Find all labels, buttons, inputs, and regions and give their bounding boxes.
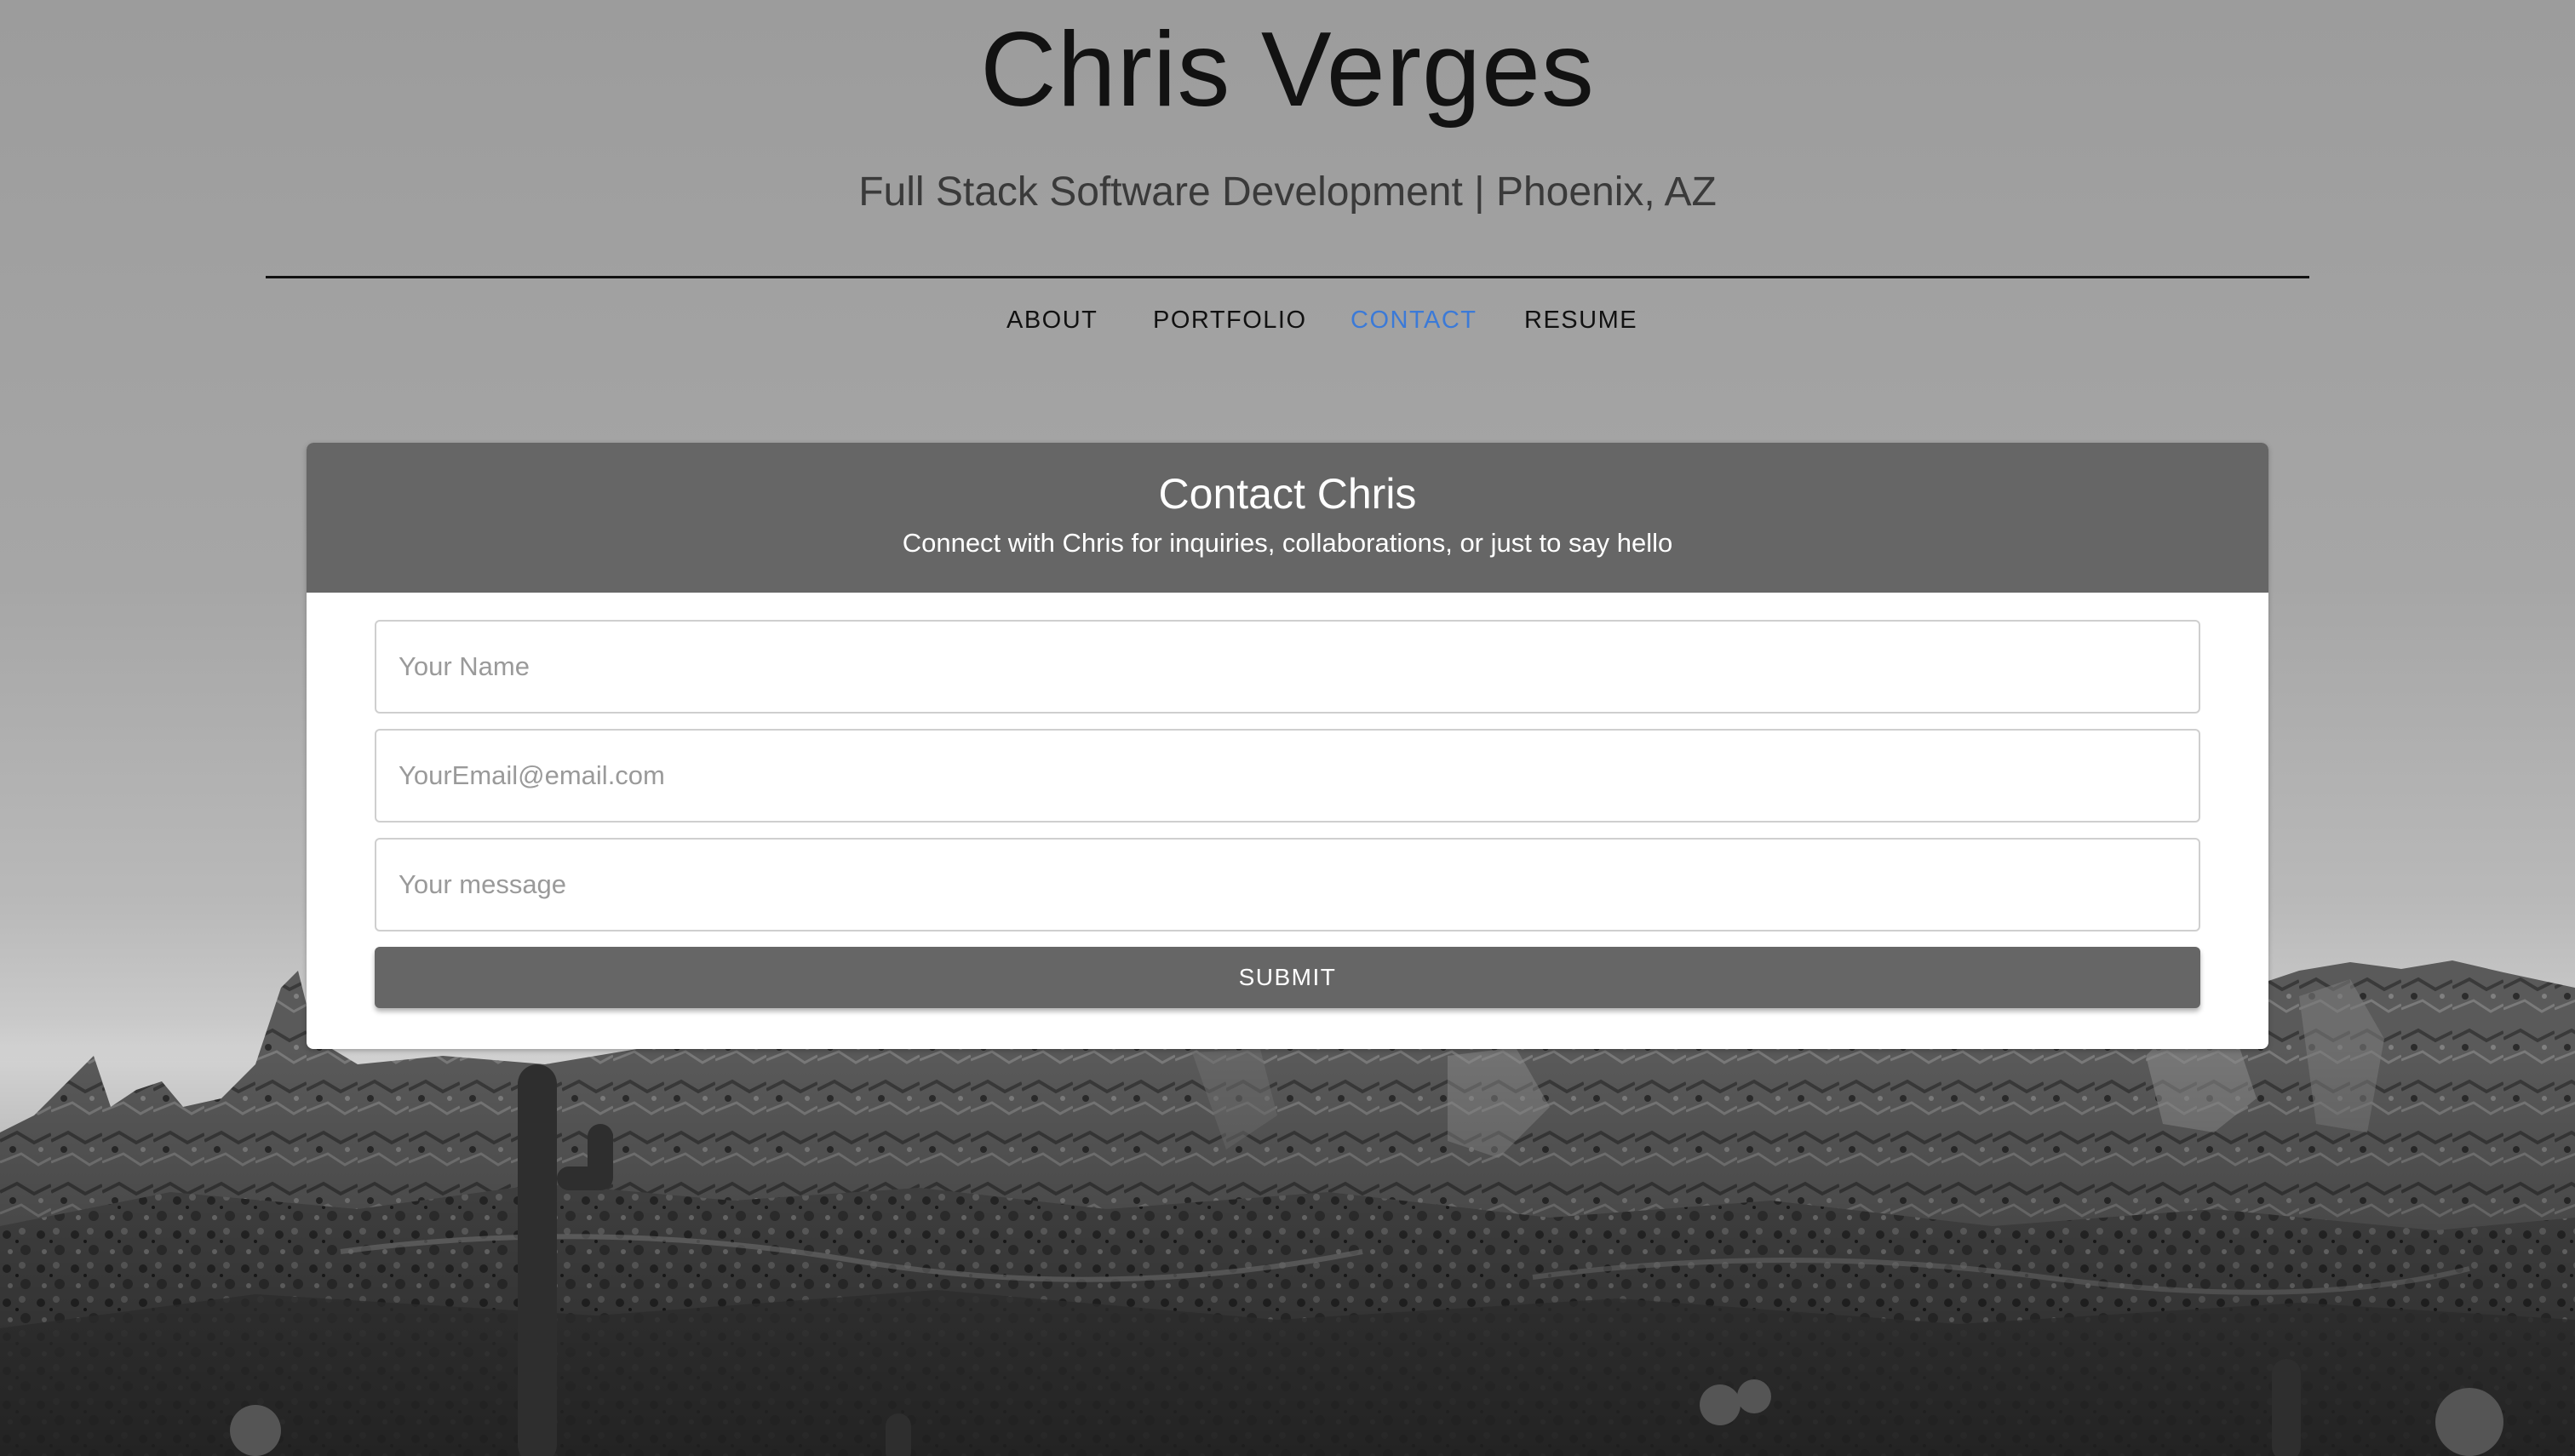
nav-contact[interactable]: CONTACT bbox=[1351, 301, 1477, 339]
nav-about[interactable]: ABOUT bbox=[1006, 301, 1098, 339]
contact-card: Contact Chris Connect with Chris for inq… bbox=[307, 443, 2268, 1049]
site-tagline: Full Stack Software Development | Phoeni… bbox=[858, 169, 1717, 215]
header-divider bbox=[266, 276, 2309, 278]
message-input[interactable] bbox=[375, 838, 2200, 931]
submit-button[interactable]: SUBMIT bbox=[375, 947, 2200, 1008]
contact-card-header: Contact Chris Connect with Chris for inq… bbox=[307, 443, 2268, 593]
name-input[interactable] bbox=[375, 620, 2200, 714]
contact-subtitle: Connect with Chris for inquiries, collab… bbox=[902, 528, 1673, 558]
email-input[interactable] bbox=[375, 729, 2200, 823]
main-nav: ABOUT PORTFOLIO CONTACT RESUME bbox=[0, 301, 2575, 339]
contact-title: Contact Chris bbox=[1158, 470, 1417, 518]
nav-portfolio[interactable]: PORTFOLIO bbox=[1153, 301, 1307, 339]
page: Chris Verges Full Stack Software Develop… bbox=[0, 0, 2575, 1456]
nav-resume[interactable]: RESUME bbox=[1524, 301, 1637, 339]
site-title: Chris Verges bbox=[980, 11, 1595, 129]
